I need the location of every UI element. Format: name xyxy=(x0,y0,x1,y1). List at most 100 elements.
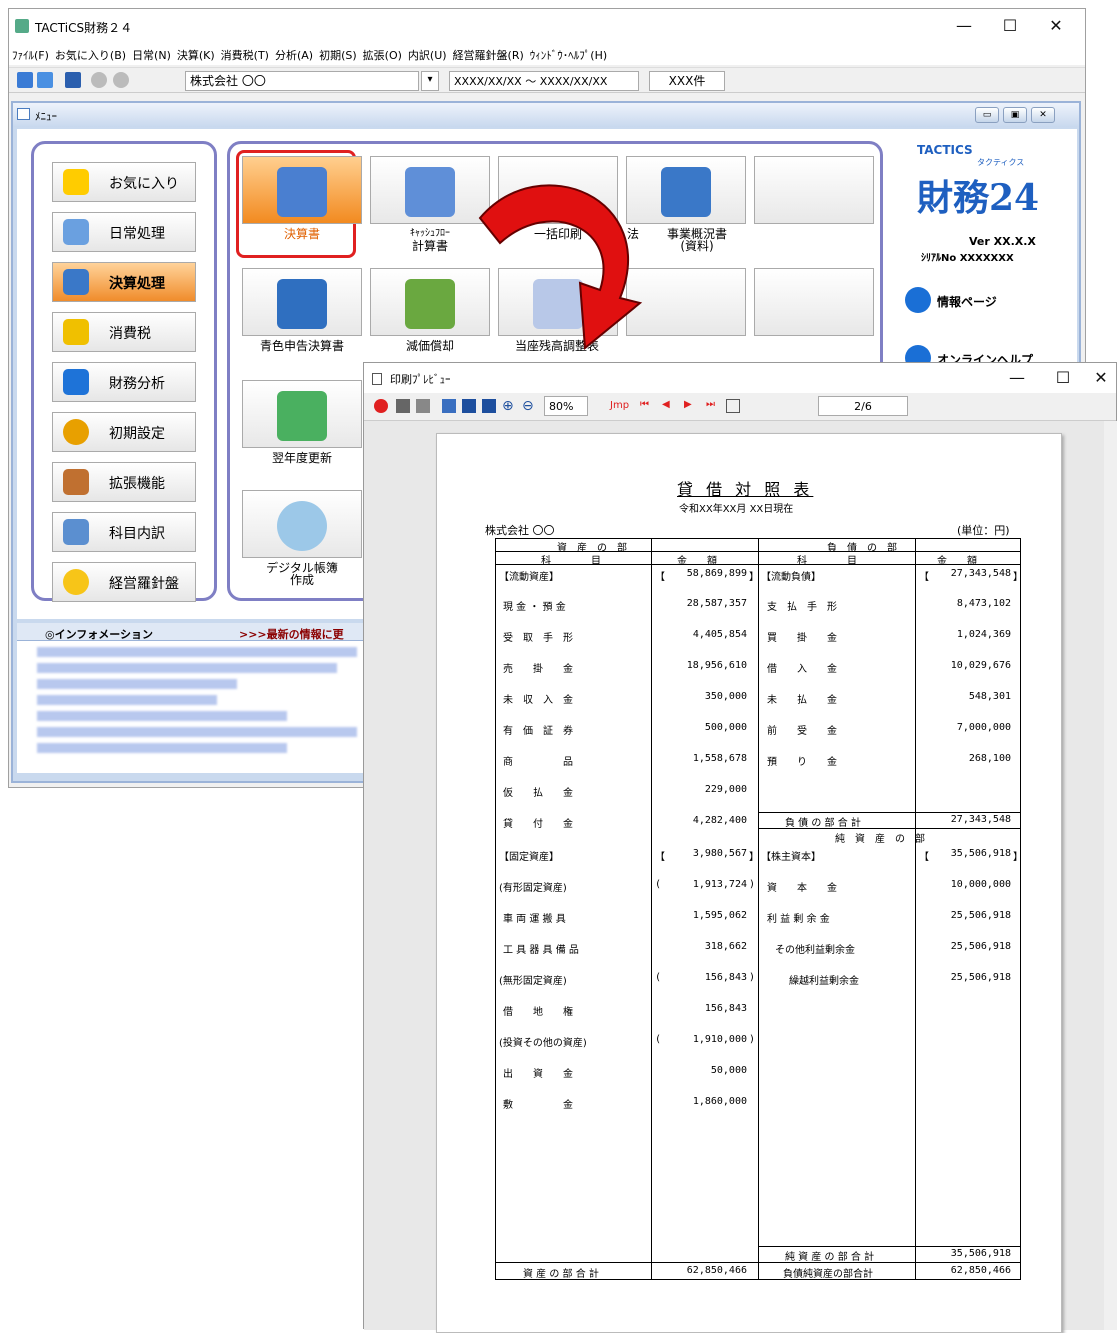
minimize-button[interactable]: — xyxy=(941,9,987,43)
row-label: 貸 付 金 xyxy=(503,819,573,830)
monitor-icon[interactable] xyxy=(17,72,33,88)
tile-yokunen[interactable] xyxy=(242,380,362,448)
shareholder-amount: 35,506,918 xyxy=(950,848,1011,859)
row-amount: 1,595,062 xyxy=(692,910,747,921)
disc-icon xyxy=(277,501,327,551)
row-amount: 50,000 xyxy=(710,1065,747,1076)
display-icon[interactable] xyxy=(65,72,81,88)
page-setup-icon[interactable] xyxy=(442,399,456,413)
menu-initial[interactable]: 初期(S) xyxy=(316,43,360,63)
list-item[interactable] xyxy=(37,663,337,673)
list-item[interactable] xyxy=(37,647,357,657)
row-amount: 25,506,918 xyxy=(950,972,1011,983)
nav-label: 経営羅針盤 xyxy=(109,576,179,592)
nav-label: 初期設定 xyxy=(109,426,165,442)
nav-extend[interactable]: 拡張機能 xyxy=(52,462,196,502)
row-label: 買 掛 金 xyxy=(767,633,837,644)
divider xyxy=(758,812,1021,813)
preview-minimize-button[interactable]: — xyxy=(994,363,1040,393)
bracket: 】 xyxy=(749,572,759,583)
net-total-label: 純 資 産 の 部 合 計 xyxy=(785,1252,875,1263)
shareholder-label: 【株主資本】 xyxy=(761,852,821,863)
single-page-icon[interactable] xyxy=(462,399,476,413)
mid-divider xyxy=(758,538,759,1280)
nav-analysis[interactable]: 財務分析 xyxy=(52,362,196,402)
row-label: 前 受 金 xyxy=(767,726,837,737)
monitor-green-icon[interactable] xyxy=(37,72,53,88)
accessibility-icon[interactable] xyxy=(905,287,931,313)
list-item[interactable] xyxy=(37,711,287,721)
info-latest-link[interactable]: >>>最新の情報に更 xyxy=(239,626,344,642)
menu-favorites[interactable]: お気に入り(B) xyxy=(52,43,129,63)
nav-initial[interactable]: 初期設定 xyxy=(52,412,196,452)
maximize-button[interactable]: ☐ xyxy=(987,9,1033,43)
toolbar: 株式会社 〇〇 ▾ XXXX/XX/XX ～ XXXX/XX/XX XXX件 xyxy=(9,67,1085,93)
nav-favorites[interactable]: お気に入り xyxy=(52,162,196,202)
print-preview-window: 印刷ﾌﾟﾚﾋﾞｭｰ — ☐ ✕ ⊕ ⊖ 80% Jmp ⏮ ◀ ▶ ⏭ 2/6 … xyxy=(363,362,1117,1333)
count-field: XXX件 xyxy=(649,71,725,91)
menu-settlement[interactable]: 決算(K) xyxy=(174,43,218,63)
page-icon[interactable] xyxy=(726,399,740,413)
menu-analysis[interactable]: 分析(A) xyxy=(272,43,316,63)
period-field: XXXX/XX/XX ～ XXXX/XX/XX xyxy=(449,71,639,91)
menu-breakdown[interactable]: 内訳(U) xyxy=(405,43,450,63)
row-amount: 25,506,918 xyxy=(950,941,1011,952)
menu-daily[interactable]: 日常(N) xyxy=(129,43,174,63)
row-label: 売 掛 金 xyxy=(503,664,573,675)
window-table-icon xyxy=(277,279,327,329)
list-item[interactable] xyxy=(37,679,237,689)
key2-icon[interactable] xyxy=(113,72,129,88)
preview-maximize-button[interactable]: ☐ xyxy=(1040,363,1086,393)
menu-compass[interactable]: 経営羅針盤(R) xyxy=(450,43,527,63)
nav-compass[interactable]: 経営羅針盤 xyxy=(52,562,196,602)
menu-tax[interactable]: 消費税(T) xyxy=(218,43,272,63)
tactics-logo: TACTICS xyxy=(917,143,973,157)
double-page-icon[interactable] xyxy=(482,399,496,413)
paren: ( xyxy=(655,972,662,983)
menu-min-button[interactable]: ▭ xyxy=(975,107,999,123)
tile-aoiro[interactable] xyxy=(242,268,362,336)
tax-icon xyxy=(63,319,89,345)
last-page-icon[interactable]: ⏭ xyxy=(706,399,715,410)
company-dropdown-button[interactable]: ▾ xyxy=(421,71,439,91)
list-item[interactable] xyxy=(37,727,357,737)
row-label: 支 払 手 形 xyxy=(767,602,837,613)
tile-empty-1[interactable] xyxy=(754,156,874,224)
row-label: 繰越利益剰余金 xyxy=(789,976,859,987)
tile-digital[interactable] xyxy=(242,490,362,558)
first-page-icon[interactable]: ⏮ xyxy=(640,399,649,410)
zoom-in-icon[interactable]: ⊕ xyxy=(502,398,514,414)
row-amount: 1,913,724 xyxy=(692,879,747,890)
menu-file[interactable]: ﾌｧｲﾙ(F) xyxy=(9,43,52,63)
list-item[interactable] xyxy=(37,695,217,705)
next-page-icon[interactable]: ▶ xyxy=(684,399,692,410)
prev-page-icon[interactable]: ◀ xyxy=(662,399,670,410)
paren: ( xyxy=(655,879,662,890)
page-field[interactable]: 2/6 xyxy=(818,396,908,416)
printer-icon[interactable] xyxy=(396,399,410,413)
list-item[interactable] xyxy=(37,743,287,753)
nav-daily[interactable]: 日常処理 xyxy=(52,212,196,252)
menu-extend[interactable]: 拡張(O) xyxy=(360,43,405,63)
jump-button[interactable]: Jmp xyxy=(610,400,629,411)
printer-setup-icon[interactable] xyxy=(416,399,430,413)
info-page-link[interactable]: 情報ページ xyxy=(937,293,997,310)
close-button[interactable]: ✕ xyxy=(1033,9,1079,43)
pyramid-icon xyxy=(63,369,89,395)
preview-close-button[interactable]: ✕ xyxy=(1084,363,1117,393)
key-icon[interactable] xyxy=(91,72,107,88)
menu-window-title: ﾒﾆｭｰ xyxy=(35,110,57,123)
menu-close-button[interactable]: ✕ xyxy=(1031,107,1055,123)
menu-window-help[interactable]: ｳｨﾝﾄﾞｳ･ﾍﾙﾌﾟ(H) xyxy=(527,43,610,63)
company-field[interactable]: 株式会社 〇〇 xyxy=(185,71,419,91)
power-icon[interactable] xyxy=(374,399,388,413)
scrollbar[interactable] xyxy=(1104,421,1117,1330)
zoom-out-icon[interactable]: ⊖ xyxy=(522,398,534,414)
nav-tax[interactable]: 消費税 xyxy=(52,312,196,352)
nav-breakdown[interactable]: 科目内訳 xyxy=(52,512,196,552)
nav-settlement[interactable]: 決算処理 xyxy=(52,262,196,302)
menu-max-button[interactable]: ▣ xyxy=(1003,107,1027,123)
tile-empty-3[interactable] xyxy=(754,268,874,336)
tile-kessansho[interactable] xyxy=(242,156,362,224)
zoom-field[interactable]: 80% xyxy=(544,396,588,416)
